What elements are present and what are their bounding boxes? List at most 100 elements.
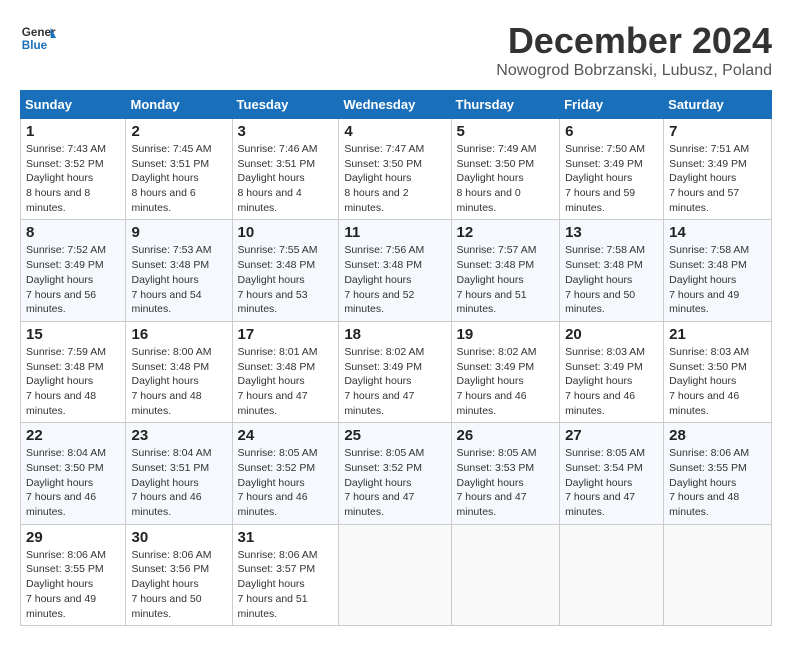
calendar-cell: 1 Sunrise: 7:43 AM Sunset: 3:52 PM Dayli… — [21, 119, 126, 220]
day-number: 21 — [669, 326, 766, 343]
day-number: 3 — [238, 123, 334, 140]
calendar-cell: 2 Sunrise: 7:45 AM Sunset: 3:51 PM Dayli… — [126, 119, 232, 220]
logo-icon: General Blue — [20, 20, 56, 56]
day-info: Sunrise: 7:57 AM Sunset: 3:48 PM Dayligh… — [457, 243, 555, 316]
day-number: 22 — [26, 427, 120, 444]
weekday-header: Sunday — [21, 91, 126, 119]
calendar-cell: 30 Sunrise: 8:06 AM Sunset: 3:56 PM Dayl… — [126, 524, 232, 625]
weekday-header: Tuesday — [232, 91, 339, 119]
calendar-cell: 19 Sunrise: 8:02 AM Sunset: 3:49 PM Dayl… — [451, 321, 560, 422]
weekday-header: Monday — [126, 91, 232, 119]
day-info: Sunrise: 8:03 AM Sunset: 3:49 PM Dayligh… — [565, 345, 658, 418]
weekday-header: Friday — [560, 91, 664, 119]
day-info: Sunrise: 8:01 AM Sunset: 3:48 PM Dayligh… — [238, 345, 334, 418]
calendar-cell — [560, 524, 664, 625]
day-info: Sunrise: 7:45 AM Sunset: 3:51 PM Dayligh… — [131, 142, 226, 215]
calendar-cell: 7 Sunrise: 7:51 AM Sunset: 3:49 PM Dayli… — [664, 119, 772, 220]
day-number: 25 — [344, 427, 445, 444]
logo: General Blue — [20, 20, 56, 56]
day-number: 28 — [669, 427, 766, 444]
weekday-header: Thursday — [451, 91, 560, 119]
svg-text:Blue: Blue — [22, 39, 48, 52]
day-number: 14 — [669, 224, 766, 241]
calendar-cell: 15 Sunrise: 7:59 AM Sunset: 3:48 PM Dayl… — [21, 321, 126, 422]
calendar-cell: 13 Sunrise: 7:58 AM Sunset: 3:48 PM Dayl… — [560, 220, 664, 321]
day-number: 20 — [565, 326, 658, 343]
calendar-week-row: 8 Sunrise: 7:52 AM Sunset: 3:49 PM Dayli… — [21, 220, 772, 321]
calendar-cell: 22 Sunrise: 8:04 AM Sunset: 3:50 PM Dayl… — [21, 423, 126, 524]
weekday-header-row: SundayMondayTuesdayWednesdayThursdayFrid… — [21, 91, 772, 119]
day-number: 12 — [457, 224, 555, 241]
day-number: 16 — [131, 326, 226, 343]
day-number: 26 — [457, 427, 555, 444]
day-info: Sunrise: 7:51 AM Sunset: 3:49 PM Dayligh… — [669, 142, 766, 215]
day-info: Sunrise: 7:49 AM Sunset: 3:50 PM Dayligh… — [457, 142, 555, 215]
day-info: Sunrise: 7:56 AM Sunset: 3:48 PM Dayligh… — [344, 243, 445, 316]
calendar-cell: 12 Sunrise: 7:57 AM Sunset: 3:48 PM Dayl… — [451, 220, 560, 321]
calendar-week-row: 15 Sunrise: 7:59 AM Sunset: 3:48 PM Dayl… — [21, 321, 772, 422]
day-number: 1 — [26, 123, 120, 140]
day-info: Sunrise: 7:52 AM Sunset: 3:49 PM Dayligh… — [26, 243, 120, 316]
day-number: 6 — [565, 123, 658, 140]
day-number: 29 — [26, 529, 120, 546]
month-title: December 2024 — [496, 20, 772, 62]
day-number: 9 — [131, 224, 226, 241]
calendar-cell: 25 Sunrise: 8:05 AM Sunset: 3:52 PM Dayl… — [339, 423, 451, 524]
day-number: 2 — [131, 123, 226, 140]
calendar-cell: 6 Sunrise: 7:50 AM Sunset: 3:49 PM Dayli… — [560, 119, 664, 220]
day-number: 17 — [238, 326, 334, 343]
day-number: 4 — [344, 123, 445, 140]
day-info: Sunrise: 8:05 AM Sunset: 3:53 PM Dayligh… — [457, 446, 555, 519]
day-info: Sunrise: 8:06 AM Sunset: 3:56 PM Dayligh… — [131, 548, 226, 621]
calendar-cell: 4 Sunrise: 7:47 AM Sunset: 3:50 PM Dayli… — [339, 119, 451, 220]
day-number: 7 — [669, 123, 766, 140]
calendar-table: SundayMondayTuesdayWednesdayThursdayFrid… — [20, 90, 772, 626]
calendar-cell — [664, 524, 772, 625]
calendar-cell: 5 Sunrise: 7:49 AM Sunset: 3:50 PM Dayli… — [451, 119, 560, 220]
calendar-week-row: 22 Sunrise: 8:04 AM Sunset: 3:50 PM Dayl… — [21, 423, 772, 524]
day-info: Sunrise: 7:59 AM Sunset: 3:48 PM Dayligh… — [26, 345, 120, 418]
calendar-cell: 8 Sunrise: 7:52 AM Sunset: 3:49 PM Dayli… — [21, 220, 126, 321]
day-info: Sunrise: 8:05 AM Sunset: 3:52 PM Dayligh… — [344, 446, 445, 519]
calendar-cell — [451, 524, 560, 625]
location: Nowogrod Bobrzanski, Lubusz, Poland — [496, 62, 772, 80]
day-info: Sunrise: 8:02 AM Sunset: 3:49 PM Dayligh… — [344, 345, 445, 418]
day-info: Sunrise: 7:46 AM Sunset: 3:51 PM Dayligh… — [238, 142, 334, 215]
day-number: 5 — [457, 123, 555, 140]
calendar-cell: 29 Sunrise: 8:06 AM Sunset: 3:55 PM Dayl… — [21, 524, 126, 625]
day-number: 8 — [26, 224, 120, 241]
day-info: Sunrise: 8:06 AM Sunset: 3:55 PM Dayligh… — [26, 548, 120, 621]
day-info: Sunrise: 7:43 AM Sunset: 3:52 PM Dayligh… — [26, 142, 120, 215]
day-info: Sunrise: 8:05 AM Sunset: 3:54 PM Dayligh… — [565, 446, 658, 519]
day-info: Sunrise: 8:03 AM Sunset: 3:50 PM Dayligh… — [669, 345, 766, 418]
day-info: Sunrise: 8:00 AM Sunset: 3:48 PM Dayligh… — [131, 345, 226, 418]
day-info: Sunrise: 7:58 AM Sunset: 3:48 PM Dayligh… — [565, 243, 658, 316]
day-info: Sunrise: 8:05 AM Sunset: 3:52 PM Dayligh… — [238, 446, 334, 519]
calendar-week-row: 1 Sunrise: 7:43 AM Sunset: 3:52 PM Dayli… — [21, 119, 772, 220]
day-number: 30 — [131, 529, 226, 546]
calendar-cell: 26 Sunrise: 8:05 AM Sunset: 3:53 PM Dayl… — [451, 423, 560, 524]
day-number: 11 — [344, 224, 445, 241]
day-info: Sunrise: 7:47 AM Sunset: 3:50 PM Dayligh… — [344, 142, 445, 215]
day-info: Sunrise: 7:50 AM Sunset: 3:49 PM Dayligh… — [565, 142, 658, 215]
day-info: Sunrise: 8:04 AM Sunset: 3:51 PM Dayligh… — [131, 446, 226, 519]
day-info: Sunrise: 8:02 AM Sunset: 3:49 PM Dayligh… — [457, 345, 555, 418]
day-number: 15 — [26, 326, 120, 343]
day-info: Sunrise: 8:04 AM Sunset: 3:50 PM Dayligh… — [26, 446, 120, 519]
day-number: 19 — [457, 326, 555, 343]
calendar-cell: 27 Sunrise: 8:05 AM Sunset: 3:54 PM Dayl… — [560, 423, 664, 524]
weekday-header: Wednesday — [339, 91, 451, 119]
calendar-cell: 14 Sunrise: 7:58 AM Sunset: 3:48 PM Dayl… — [664, 220, 772, 321]
day-info: Sunrise: 7:58 AM Sunset: 3:48 PM Dayligh… — [669, 243, 766, 316]
day-number: 24 — [238, 427, 334, 444]
day-info: Sunrise: 7:55 AM Sunset: 3:48 PM Dayligh… — [238, 243, 334, 316]
calendar-cell: 31 Sunrise: 8:06 AM Sunset: 3:57 PM Dayl… — [232, 524, 339, 625]
calendar-cell: 17 Sunrise: 8:01 AM Sunset: 3:48 PM Dayl… — [232, 321, 339, 422]
calendar-cell: 16 Sunrise: 8:00 AM Sunset: 3:48 PM Dayl… — [126, 321, 232, 422]
day-number: 31 — [238, 529, 334, 546]
page-header: General Blue December 2024 Nowogrod Bobr… — [20, 20, 772, 80]
calendar-cell — [339, 524, 451, 625]
day-number: 23 — [131, 427, 226, 444]
calendar-cell: 9 Sunrise: 7:53 AM Sunset: 3:48 PM Dayli… — [126, 220, 232, 321]
title-block: December 2024 Nowogrod Bobrzanski, Lubus… — [496, 20, 772, 80]
